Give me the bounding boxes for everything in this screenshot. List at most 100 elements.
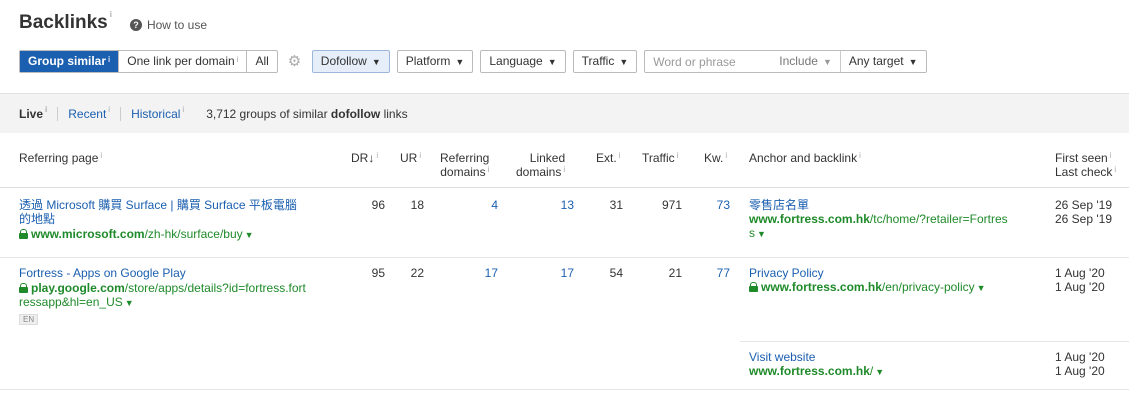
gear-icon[interactable]: ⚙	[288, 54, 302, 69]
anchor-text[interactable]: Visit website	[749, 350, 815, 364]
referring-domains-value[interactable]: 17	[450, 266, 498, 280]
caret-down-icon: ▼	[371, 57, 381, 67]
caret-down-icon[interactable]: ▼	[245, 230, 254, 240]
grouping-segmented-control: Group similar i One link per domain i All	[19, 50, 278, 73]
col-keywords[interactable]: Kw. i	[704, 151, 727, 165]
how-to-use-link[interactable]: ? How to use	[129, 18, 207, 32]
ur-value: 22	[410, 266, 424, 280]
col-dr[interactable]: DR↓ i	[351, 151, 378, 165]
tab-recent[interactable]: Recent i	[68, 104, 111, 121]
info-icon: i	[1109, 151, 1112, 160]
traffic-dropdown[interactable]: Traffic ▼	[572, 50, 638, 73]
group-similar-button[interactable]: Group similar i	[20, 51, 119, 72]
results-summary: 3,712 groups of similar dofollow links	[206, 106, 408, 121]
referring-page-url[interactable]: play.google.com/store/apps/details?id=fo…	[19, 281, 339, 310]
ext-value: 54	[609, 266, 623, 280]
backlink-url[interactable]: www.fortress.com.hk/en/privacy-policy ▼	[749, 280, 1039, 295]
col-referring-domains[interactable]: Referring domains i	[440, 151, 489, 179]
caret-down-icon[interactable]: ▼	[977, 283, 986, 293]
anchor-cell: Privacy Policy www.fortress.com.hk/en/pr…	[749, 266, 1039, 295]
all-button[interactable]: All	[246, 51, 276, 72]
caret-down-icon[interactable]: ▼	[875, 367, 884, 377]
info-icon: i	[236, 55, 239, 64]
col-referring-page[interactable]: Referring page i	[19, 151, 102, 165]
dr-value: 96	[371, 198, 385, 212]
lock-icon	[19, 283, 28, 293]
row-divider	[0, 257, 1129, 258]
sub-row-divider	[740, 341, 1129, 342]
any-target-dropdown[interactable]: Any target ▼	[839, 51, 926, 72]
col-anchor-backlink[interactable]: Anchor and backlink i	[749, 151, 861, 165]
anchor-cell: Visit website www.fortress.com.hk/▼	[749, 350, 1039, 379]
caret-down-icon: ▼	[908, 57, 918, 67]
info-icon[interactable]: i	[110, 10, 112, 19]
dofollow-dropdown[interactable]: Dofollow ▼	[311, 50, 390, 73]
caret-down-icon: ▼	[547, 57, 557, 67]
info-icon: i	[108, 104, 111, 114]
language-badge: EN	[19, 314, 39, 325]
row-divider	[0, 389, 1129, 390]
platform-dropdown[interactable]: Platform ▼	[396, 50, 474, 73]
info-icon: i	[419, 151, 422, 160]
tab-live[interactable]: Live i	[19, 104, 48, 121]
info-icon: i	[182, 104, 185, 114]
divider	[120, 106, 122, 121]
info-icon: i	[376, 151, 379, 160]
col-linked-domains[interactable]: Linked domains i	[516, 151, 565, 179]
referring-page-cell: 透過 Microsoft 購買 Surface | 購買 Surface 平板電…	[19, 198, 339, 242]
referring-page-url[interactable]: www.microsoft.com/zh-hk/surface/buy ▼	[19, 227, 339, 242]
title-row: Backlinks i ? How to use	[19, 10, 207, 34]
referring-page-title[interactable]: 透過 Microsoft 購買 Surface | 購買 Surface 平板電…	[19, 198, 297, 226]
linked-domains-value[interactable]: 13	[526, 198, 574, 212]
caret-down-icon: ▼	[822, 57, 832, 67]
tab-historical[interactable]: Historical i	[131, 104, 185, 121]
dates-cell: 1 Aug '20 1 Aug '20	[1055, 266, 1105, 294]
col-ext[interactable]: Ext. i	[596, 151, 620, 165]
first-seen: 1 Aug '20	[1055, 266, 1105, 280]
traffic-value: 971	[661, 198, 682, 212]
col-label: Linked	[529, 151, 566, 165]
info-icon: i	[45, 104, 48, 114]
ur-value: 18	[410, 198, 424, 212]
info-icon: i	[100, 151, 103, 160]
question-icon: ?	[129, 19, 142, 31]
caret-down-icon[interactable]: ▼	[125, 298, 134, 308]
col-traffic[interactable]: Traffic i	[642, 151, 678, 165]
last-check: 1 Aug '20	[1055, 280, 1105, 294]
referring-page-cell: Fortress - Apps on Google Play play.goog…	[19, 266, 339, 325]
one-link-per-domain-button[interactable]: One link per domain i	[118, 51, 246, 72]
include-dropdown[interactable]: Include ▼	[771, 51, 840, 72]
divider	[57, 106, 59, 121]
how-to-use-label: How to use	[146, 18, 207, 32]
info-icon: i	[725, 151, 728, 160]
col-ur[interactable]: UR i	[400, 151, 421, 165]
language-dropdown[interactable]: Language ▼	[480, 50, 566, 73]
referring-page-title[interactable]: Fortress - Apps on Google Play	[19, 266, 186, 280]
backlink-url[interactable]: www.fortress.com.hk/▼	[749, 364, 1039, 379]
lock-icon	[749, 282, 758, 292]
info-icon: i	[618, 151, 621, 160]
referring-domains-value[interactable]: 4	[450, 198, 498, 212]
info-icon: i	[563, 165, 566, 174]
info-icon: i	[108, 55, 111, 64]
dates-cell: 26 Sep '19 26 Sep '19	[1055, 198, 1112, 226]
anchor-cell: 零售店名單 www.fortress.com.hk/tc/home/?retai…	[749, 198, 1039, 241]
caret-down-icon[interactable]: ▼	[757, 229, 766, 239]
anchor-text[interactable]: Privacy Policy	[749, 266, 824, 280]
caret-down-icon: ▼	[455, 57, 465, 67]
sort-desc-icon: ↓	[368, 151, 375, 165]
backlink-url[interactable]: www.fortress.com.hk/tc/home/?retailer=Fo…	[749, 212, 1039, 241]
traffic-value: 21	[668, 266, 682, 280]
last-check: 26 Sep '19	[1055, 212, 1113, 226]
last-check: 1 Aug '20	[1055, 364, 1105, 378]
col-first-seen-last-check[interactable]: First seen i Last check i	[1055, 151, 1116, 179]
col-label: Referring	[440, 151, 490, 165]
dr-value: 95	[371, 266, 385, 280]
linked-domains-value[interactable]: 17	[526, 266, 574, 280]
anchor-text[interactable]: 零售店名單	[749, 198, 809, 212]
keywords-value[interactable]: 77	[700, 266, 730, 280]
word-or-phrase-input[interactable]	[645, 51, 772, 72]
phrase-filter: Include▼ Any target▼	[644, 50, 927, 73]
info-icon: i	[1114, 165, 1117, 174]
keywords-value[interactable]: 73	[700, 198, 730, 212]
